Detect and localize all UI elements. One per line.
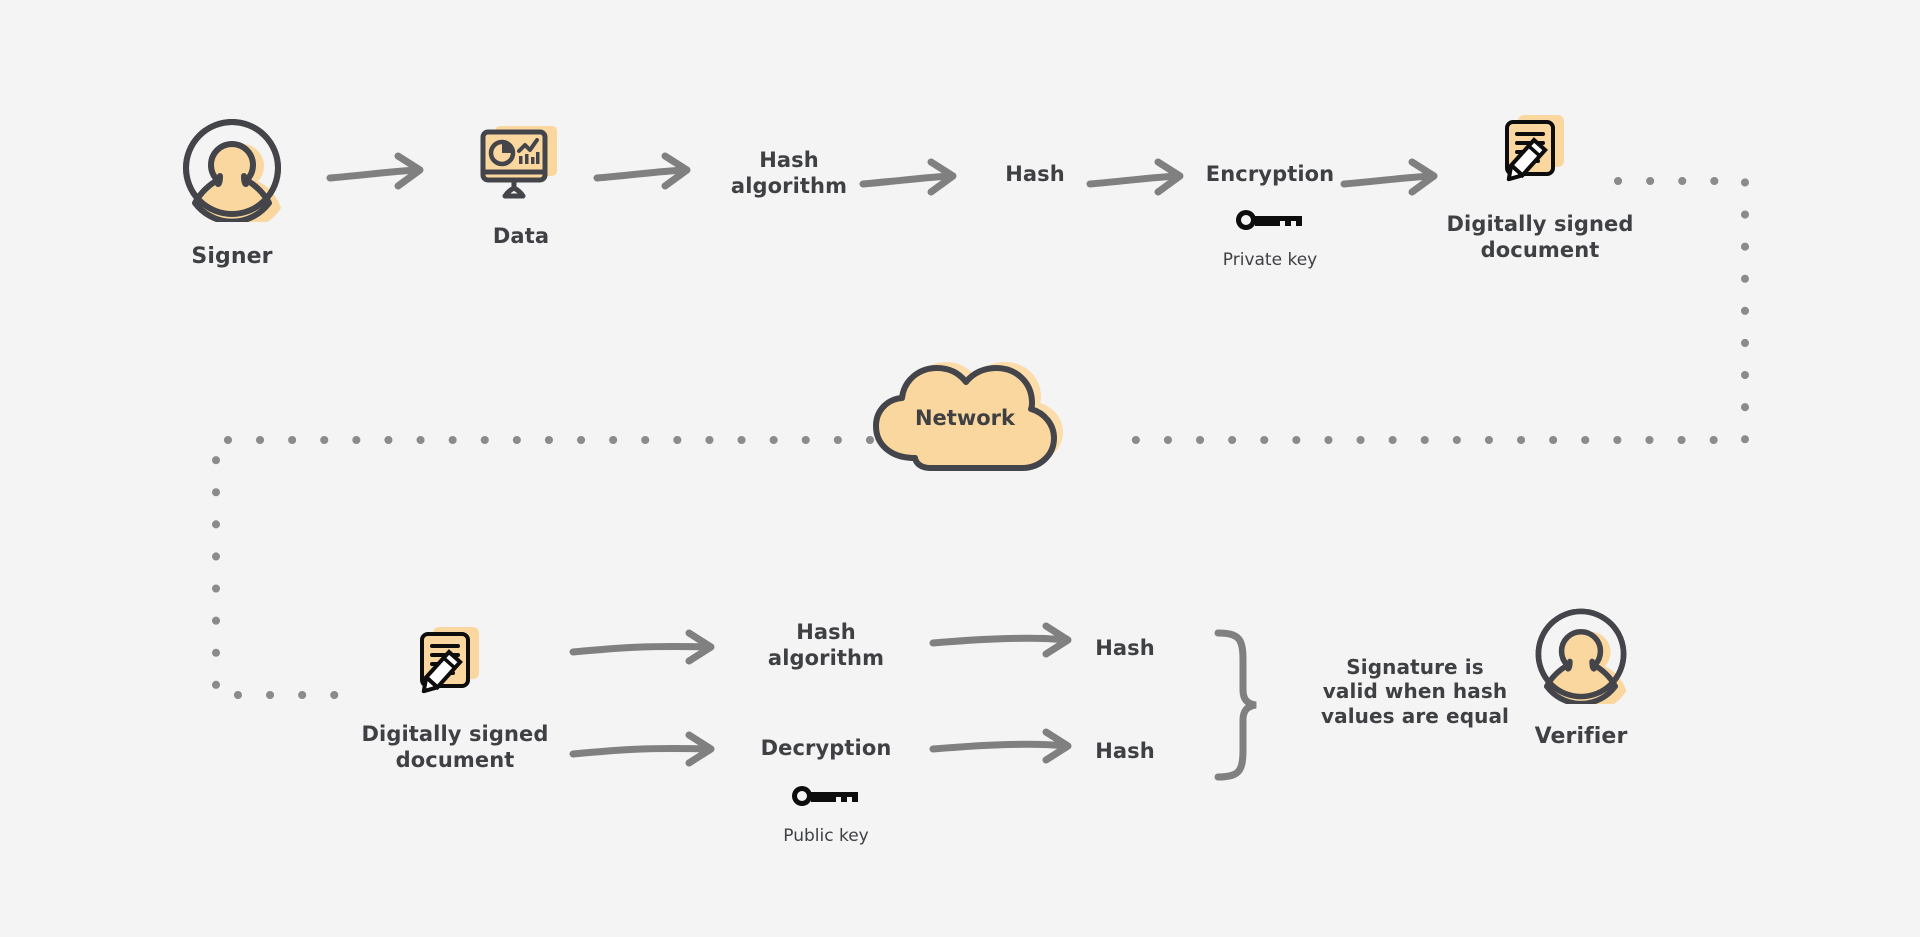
signer-label: Signer (191, 244, 273, 269)
node-network: Network (860, 358, 1070, 482)
hash-algorithm-line1: Hash (759, 148, 819, 172)
cloud-icon: Network (860, 358, 1070, 482)
signed-document-line1: Digitally signed (1446, 212, 1634, 236)
decryption-label: Decryption (760, 736, 892, 760)
user-avatar-icon (1531, 604, 1631, 712)
user-avatar-icon (178, 114, 286, 230)
arrow-doc-to-decryption (569, 731, 715, 767)
key-icon (1230, 204, 1310, 240)
hash-algorithm-line2: algorithm (730, 173, 848, 198)
private-key-label: Private key (1222, 249, 1318, 270)
signed-document-line2: document (1480, 237, 1600, 262)
verifier-label: Verifier (1534, 724, 1628, 749)
arrow-hash-to-encryption (1086, 158, 1184, 196)
arrow-signer-to-data (326, 152, 424, 190)
arrow-decryption-to-hash (929, 728, 1072, 764)
encryption-label: Encryption (1205, 162, 1335, 186)
node-hash-result-lower: Hash (1075, 739, 1175, 765)
hash-label: Hash (1005, 162, 1065, 186)
arrow-encryption-to-signeddocument (1340, 158, 1438, 196)
node-hash-algorithm-top: Hash algorithm (715, 148, 863, 199)
document-pencil-icon (1498, 112, 1582, 198)
monitor-chart-icon (475, 122, 567, 210)
node-signature-valid-note: Signature is valid when hash values are … (1300, 655, 1530, 728)
conclusion-line2: valid when hash (1322, 679, 1508, 704)
node-signer: Signer (178, 114, 286, 271)
arrow-doc-to-hashalgorithm (569, 629, 715, 665)
document-pencil-icon (413, 624, 497, 710)
node-hash-result-upper: Hash (1075, 636, 1175, 662)
node-signed-document-bottom: Digitally signed document (355, 624, 555, 773)
diagram-canvas: .arw { stroke:#808080; stroke-width:7; s… (0, 0, 1920, 937)
node-hash-algorithm-bottom: Hash algorithm (752, 620, 900, 671)
hash-label: Hash (1095, 636, 1155, 660)
arrow-hashalgorithm-to-hash-bottom (929, 622, 1072, 658)
signed-document-line2: document (395, 747, 515, 772)
node-signed-document-top: Digitally signed document (1440, 112, 1640, 263)
hash-label: Hash (1095, 739, 1155, 763)
curly-brace (1214, 629, 1257, 781)
network-label-text: Network (915, 406, 1016, 430)
node-decryption: Decryption Public key (752, 736, 900, 847)
conclusion-line1: Signature is (1346, 655, 1484, 679)
conclusion-line3: values are equal (1320, 703, 1510, 728)
arrow-data-to-hashalgorithm (593, 152, 691, 190)
hash-algorithm-line2: algorithm (767, 645, 885, 670)
signed-document-line1: Digitally signed (361, 722, 549, 746)
node-verifier: Verifier (1531, 604, 1631, 751)
arrow-hashalgorithm-to-hash (859, 158, 957, 196)
node-data: Data (475, 122, 567, 250)
key-icon (786, 780, 866, 816)
public-key-label: Public key (783, 825, 869, 846)
node-hash-top: Hash (985, 162, 1085, 188)
hash-algorithm-line1: Hash (796, 620, 856, 644)
node-encryption: Encryption Private key (1195, 162, 1345, 271)
data-label: Data (492, 224, 550, 248)
